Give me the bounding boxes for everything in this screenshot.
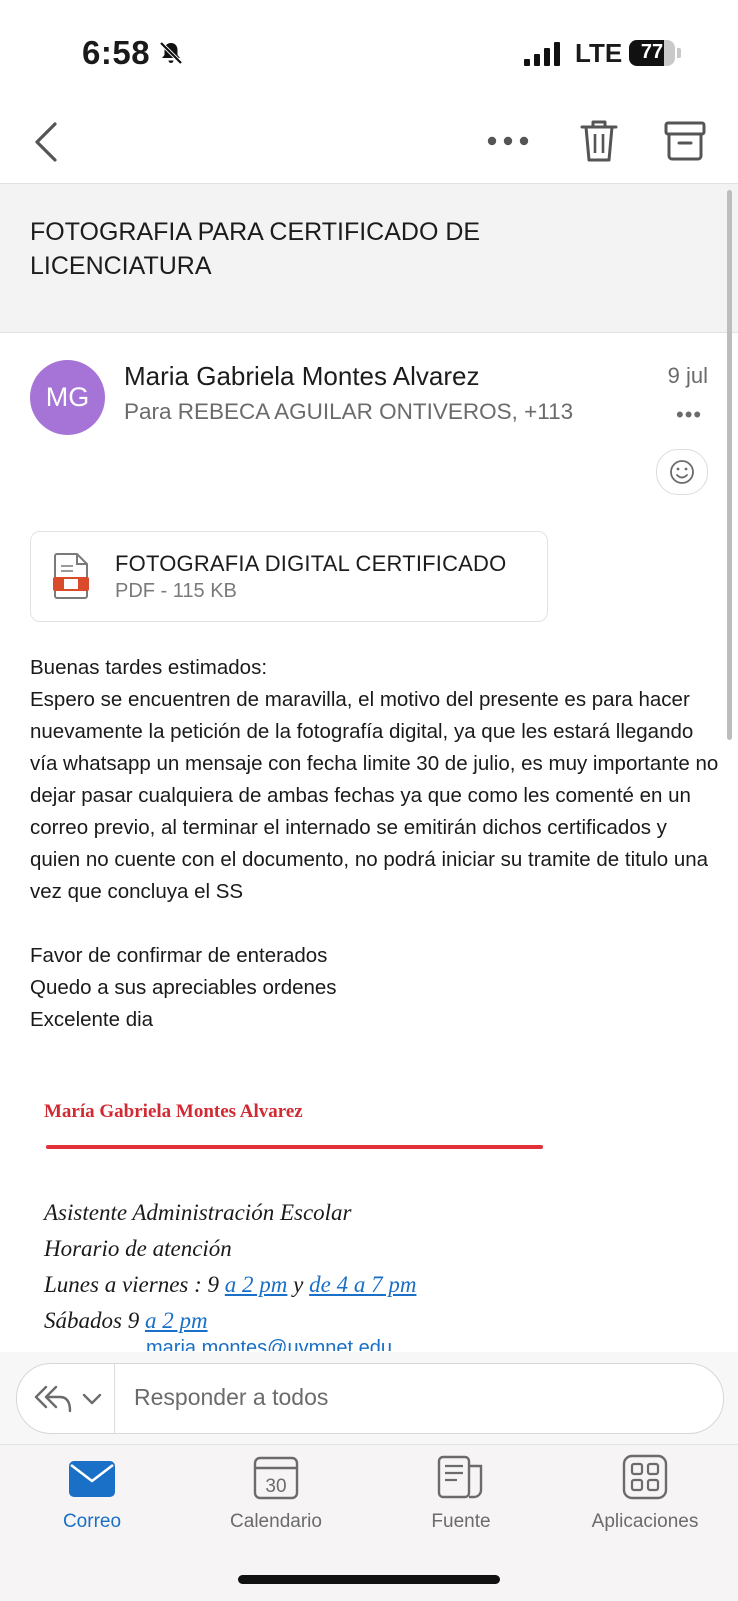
email-date: 9 jul — [667, 363, 708, 388]
signature-block: Asistente Administración Escolar Horario… — [44, 1195, 416, 1339]
home-indicator[interactable] — [238, 1575, 500, 1584]
reply-all-icon[interactable] — [32, 1383, 112, 1415]
weekday-mid: y — [287, 1272, 310, 1297]
calendar-icon[interactable]: 30 — [253, 1454, 299, 1500]
sender-avatar[interactable]: MG — [30, 360, 105, 435]
time-link[interactable]: de 4 a 7 pm — [309, 1272, 416, 1297]
email-subject: FOTOGRAFIA PARA CERTIFICADO DE LICENCIAT… — [30, 218, 481, 280]
reply-input[interactable]: Responder a todos — [134, 1384, 328, 1411]
feed-icon[interactable] — [436, 1454, 486, 1500]
tab-correo[interactable]: Correo — [17, 1511, 167, 1533]
attachment-meta: PDF - 115 KB — [115, 580, 237, 602]
time-link[interactable]: a 2 pm — [145, 1308, 208, 1333]
more-options-icon[interactable] — [484, 116, 534, 166]
signature-saturday-hours: Sábados 9 a 2 pm — [44, 1303, 416, 1339]
network-type: LTE — [575, 38, 623, 68]
back-icon[interactable] — [24, 117, 74, 167]
recipients[interactable]: Para REBECA AGUILAR ONTIVEROS, +113 — [124, 399, 573, 425]
status-time: 6:58 — [82, 34, 151, 71]
saturday-prefix: Sábados 9 — [44, 1308, 145, 1333]
signature-hours-title: Horario de atención — [44, 1236, 232, 1261]
tab-calendario[interactable]: Calendario — [201, 1511, 351, 1533]
tab-aplicaciones[interactable]: Aplicaciones — [570, 1511, 720, 1533]
battery-icon: 77 — [629, 40, 675, 66]
sender-name[interactable]: Maria Gabriela Montes Alvarez — [124, 361, 479, 392]
reply-box[interactable] — [16, 1363, 724, 1434]
bell-muted-icon — [159, 41, 183, 65]
email-body: Buenas tardes estimados: Espero se encue… — [30, 652, 720, 1036]
body-paragraph: Espero se encuentren de maravilla, el mo… — [30, 688, 719, 903]
reply-divider — [114, 1364, 115, 1433]
signature-role: Asistente Administración Escolar — [44, 1200, 352, 1225]
smiley-icon — [670, 460, 694, 484]
body-line: Excelente dia — [30, 1008, 154, 1031]
reaction-button[interactable] — [656, 449, 708, 495]
archive-icon[interactable] — [660, 116, 710, 166]
body-greeting: Buenas tardes estimados: — [30, 656, 268, 679]
battery-level: 77 — [640, 41, 664, 63]
attachment-name: FOTOGRAFIA DIGITAL CERTIFICADO — [115, 551, 507, 576]
apps-icon[interactable] — [622, 1454, 668, 1500]
time-link[interactable]: a 2 pm — [225, 1272, 288, 1297]
scrollbar[interactable] — [727, 190, 732, 740]
calendar-day: 30 — [265, 1476, 286, 1497]
cellular-signal-icon — [524, 42, 564, 66]
trash-icon[interactable] — [574, 116, 624, 166]
weekday-prefix: Lunes a viernes : 9 — [44, 1272, 225, 1297]
signature-divider — [46, 1145, 543, 1149]
battery-nub — [677, 48, 681, 58]
mail-icon[interactable] — [68, 1459, 116, 1499]
message-more-button[interactable]: ••• — [676, 402, 702, 428]
signature-email-link[interactable]: maria.montes@uvmnet.edu — [146, 1337, 392, 1351]
body-line: Quedo a sus apreciables ordenes — [30, 976, 337, 999]
pdf-file-icon — [53, 553, 89, 599]
signature-weekday-hours: Lunes a viernes : 9 a 2 pm y de 4 a 7 pm — [44, 1267, 416, 1303]
signature-name: María Gabriela Montes Alvarez — [44, 1101, 303, 1122]
body-line: Favor de confirmar de enterados — [30, 944, 328, 967]
tab-fuente[interactable]: Fuente — [386, 1511, 536, 1533]
